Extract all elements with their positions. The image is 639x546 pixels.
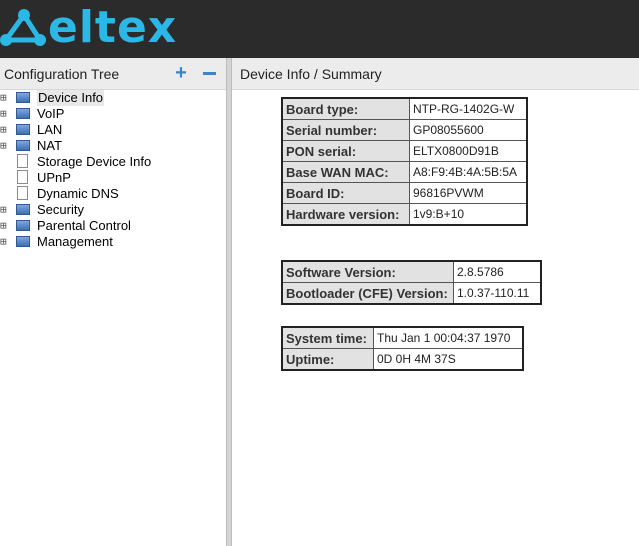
tree-item-label: Management (37, 234, 113, 249)
tree-item-label: Storage Device Info (37, 154, 152, 169)
table-row: Serial number: GP08055600 (281, 119, 528, 141)
page-icon (17, 154, 28, 168)
table-row: Uptime: 0D 0H 4M 37S (281, 348, 524, 371)
tree-item-label: UPnP (37, 170, 71, 185)
expand-node-icon[interactable]: ⊞ (0, 220, 9, 231)
expand-node-icon[interactable]: ⊞ (0, 92, 9, 103)
tree-item-label: NAT (37, 138, 63, 153)
configuration-tree-header: Configuration Tree + (0, 58, 226, 90)
table-row: Base WAN MAC: A8:F9:4B:4A:5B:5A (281, 161, 528, 183)
tree-item[interactable]: ⊞ Management (0, 234, 226, 250)
table-row: System time: Thu Jan 1 00:04:37 1970 (281, 326, 524, 349)
folder-icon (16, 140, 30, 151)
field-value: 0D 0H 4M 37S (373, 348, 524, 371)
folder-icon (16, 236, 30, 247)
time-info-table: System time: Thu Jan 1 00:04:37 1970 Uptim… (281, 326, 524, 371)
field-value: A8:F9:4B:4A:5B:5A (409, 161, 528, 183)
table-row: Board ID: 96816PVWM (281, 182, 528, 204)
expand-node-icon[interactable]: ⊞ (0, 204, 9, 215)
tree-item[interactable]: ⊞ NAT (0, 138, 226, 154)
folder-icon (16, 204, 30, 215)
configuration-tree: ⊞ Device Info ⊞ VoIP ⊞ LAN ⊞ NAT Storage Device … (0, 90, 226, 250)
field-label: Bootloader (CFE) Version: (281, 282, 454, 305)
field-value: 2.8.5786 (453, 260, 542, 283)
folder-icon (16, 108, 30, 119)
tree-item[interactable]: ⊞ Device Info (0, 90, 226, 106)
tree-item-label: Device Info (37, 90, 105, 106)
field-label: Board ID: (281, 182, 410, 204)
logo-mark-icon (0, 9, 46, 46)
tree-item[interactable]: ⊞ Parental Control (0, 218, 226, 234)
field-label: PON serial: (281, 140, 410, 162)
expand-node-icon[interactable]: ⊞ (0, 124, 9, 135)
field-label: Uptime: (281, 348, 374, 371)
field-label: Board type: (281, 97, 410, 120)
field-label: Hardware version: (281, 203, 410, 226)
tree-item-label: VoIP (37, 106, 65, 121)
content-header: Device Info / Summary (232, 58, 639, 90)
tree-item[interactable]: ⊞ VoIP (0, 106, 226, 122)
field-label: Serial number: (281, 119, 410, 141)
logo-text: eltex (48, 2, 178, 53)
tree-item-label: LAN (37, 122, 63, 137)
expand-node-icon[interactable]: ⊞ (0, 140, 9, 151)
tree-item-label: Security (37, 202, 84, 217)
plus-icon[interactable]: + (172, 63, 190, 83)
field-value: GP08055600 (409, 119, 528, 141)
page-icon (17, 186, 28, 200)
page-icon (17, 170, 28, 184)
expand-node-icon[interactable]: ⊞ (0, 236, 9, 247)
field-value: 96816PVWM (409, 182, 528, 204)
folder-icon (16, 220, 30, 231)
field-value: 1.0.37-110.11 (453, 282, 542, 305)
page-title: Device Info / Summary (240, 66, 382, 82)
tree-item[interactable]: ⊞ LAN (0, 122, 226, 138)
field-label: Software Version: (281, 260, 454, 283)
folder-icon (16, 92, 30, 103)
table-row: Software Version: 2.8.5786 (281, 260, 542, 283)
expand-node-icon[interactable]: ⊞ (0, 108, 9, 119)
field-label: System time: (281, 326, 374, 349)
field-value: NTP-RG-1402G-W (409, 97, 528, 120)
tree-item-label: Parental Control (37, 218, 131, 233)
tree-item[interactable]: Dynamic DNS (0, 186, 226, 202)
tree-item[interactable]: ⊞ Security (0, 202, 226, 218)
software-info-table: Software Version: 2.8.5786 Bootloader (CFE… (281, 260, 542, 305)
tree-item[interactable]: UPnP (0, 170, 226, 186)
device-info-table: Board type: NTP-RG-1402G-W Serial number: G… (281, 97, 528, 226)
field-value: 1v9:B+10 (409, 203, 528, 226)
table-row: Hardware version: 1v9:B+10 (281, 203, 528, 226)
app-header: eltex (0, 0, 639, 58)
field-value: ELTX0800D91B (409, 140, 528, 162)
table-row: Board type: NTP-RG-1402G-W (281, 97, 528, 120)
eltex-logo: eltex (0, 2, 200, 54)
folder-icon (16, 124, 30, 135)
panel-splitter[interactable] (226, 58, 232, 546)
configuration-tree-panel: Configuration Tree + ⊞ Device Info ⊞ VoIP ⊞ L… (0, 58, 226, 546)
table-row: Bootloader (CFE) Version: 1.0.37-110.11 (281, 282, 542, 305)
table-row: PON serial: ELTX0800D91B (281, 140, 528, 162)
field-label: Base WAN MAC: (281, 161, 410, 183)
minus-icon[interactable] (201, 64, 219, 82)
field-value: Thu Jan 1 00:04:37 1970 (373, 326, 524, 349)
configuration-tree-title: Configuration Tree (4, 66, 120, 82)
tree-item[interactable]: Storage Device Info (0, 154, 226, 170)
tree-item-label: Dynamic DNS (37, 186, 119, 201)
